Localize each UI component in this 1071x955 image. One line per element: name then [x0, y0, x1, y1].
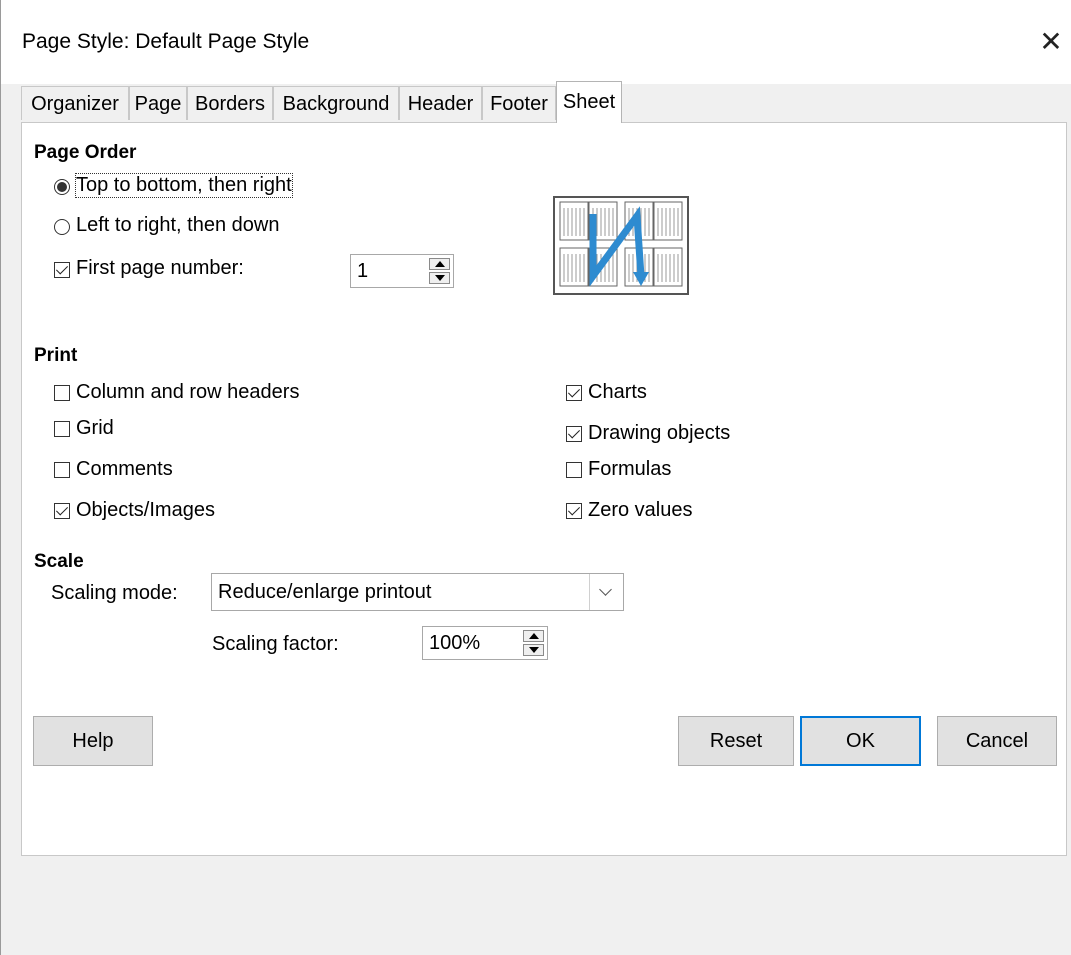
ok-button[interactable]: OK — [800, 716, 921, 766]
scaling-mode-value[interactable]: Reduce/enlarge printout — [218, 581, 431, 604]
scale-heading: Scale — [34, 551, 84, 572]
scaling-mode-label: Scaling mode: — [51, 582, 178, 604]
spin-down-icon[interactable] — [429, 272, 450, 284]
cancel-button[interactable]: Cancel — [937, 716, 1057, 766]
page-order-preview-graphic — [559, 201, 683, 287]
first-page-number-value[interactable]: 1 — [357, 260, 368, 283]
page-order-preview-image — [553, 196, 689, 295]
tab-organizer[interactable]: Organizer — [21, 86, 129, 120]
title-bar: Page Style: Default Page Style ✕ — [1, 0, 1071, 84]
radio-left-to-right-label[interactable]: Left to right, then down — [76, 214, 279, 237]
spin-up-icon[interactable] — [523, 630, 544, 642]
first-page-number-label[interactable]: First page number: — [76, 257, 244, 280]
checkbox-grid-label[interactable]: Grid — [76, 417, 114, 440]
first-page-number-spinner[interactable]: 1 — [350, 254, 454, 288]
checkbox-column-row-headers[interactable] — [54, 385, 70, 401]
radio-top-to-bottom[interactable] — [54, 179, 70, 195]
checkbox-column-row-headers-label[interactable]: Column and row headers — [76, 381, 299, 404]
tab-header[interactable]: Header — [399, 86, 482, 120]
scaling-mode-dropdown[interactable]: Reduce/enlarge printout — [211, 573, 624, 611]
button-bar — [1, 857, 1071, 955]
checkbox-formulas[interactable] — [566, 462, 582, 478]
tab-page[interactable]: Page — [129, 86, 187, 120]
scaling-factor-value[interactable]: 100% — [429, 632, 480, 655]
checkbox-charts[interactable] — [566, 385, 582, 401]
page-order-heading: Page Order — [34, 142, 137, 163]
radio-top-to-bottom-label[interactable]: Top to bottom, then right — [75, 173, 293, 198]
spin-up-icon[interactable] — [429, 258, 450, 270]
first-page-number-checkbox[interactable] — [54, 262, 70, 278]
help-button[interactable]: Help — [33, 716, 153, 766]
tab-background[interactable]: Background — [273, 86, 399, 120]
spin-down-icon[interactable] — [523, 644, 544, 656]
checkbox-objects-images-label[interactable]: Objects/Images — [76, 499, 215, 522]
tab-footer[interactable]: Footer — [482, 86, 556, 120]
checkbox-drawing-objects[interactable] — [566, 426, 582, 442]
checkbox-zero-values-label[interactable]: Zero values — [588, 499, 693, 522]
window-border — [0, 0, 1, 955]
checkbox-comments[interactable] — [54, 462, 70, 478]
checkbox-drawing-objects-label[interactable]: Drawing objects — [588, 422, 730, 445]
tab-borders[interactable]: Borders — [187, 86, 273, 120]
close-icon[interactable]: ✕ — [1033, 24, 1069, 60]
chevron-down-icon[interactable] — [589, 574, 623, 610]
radio-left-to-right[interactable] — [54, 219, 70, 235]
scaling-factor-spinner[interactable]: 100% — [422, 626, 548, 660]
reset-button[interactable]: Reset — [678, 716, 794, 766]
checkbox-formulas-label[interactable]: Formulas — [588, 458, 671, 481]
checkbox-zero-values[interactable] — [566, 503, 582, 519]
checkbox-comments-label[interactable]: Comments — [76, 458, 173, 481]
print-heading: Print — [34, 345, 78, 366]
tab-sheet[interactable]: Sheet — [556, 81, 622, 123]
checkbox-grid[interactable] — [54, 421, 70, 437]
dialog-title: Page Style: Default Page Style — [22, 30, 310, 53]
scaling-factor-label: Scaling factor: — [212, 633, 339, 655]
checkbox-objects-images[interactable] — [54, 503, 70, 519]
checkbox-charts-label[interactable]: Charts — [588, 381, 647, 404]
